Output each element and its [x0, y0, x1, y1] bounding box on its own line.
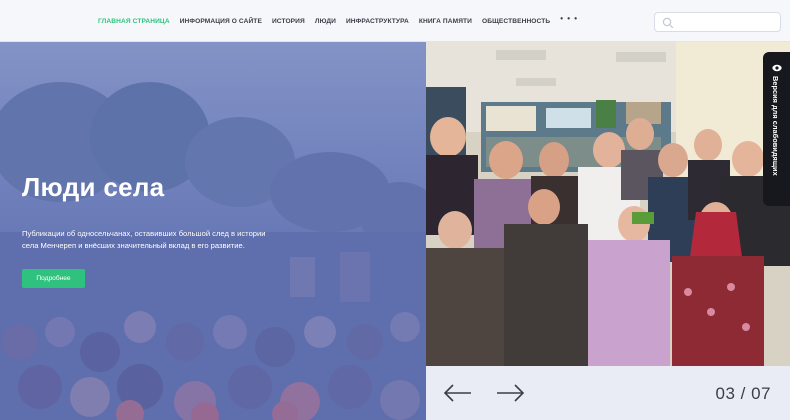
search-box[interactable]: [654, 12, 781, 32]
nav-item-home[interactable]: Главная страница: [98, 18, 170, 25]
slider-controls: 03 / 07: [426, 366, 790, 420]
nav-item-about[interactable]: Информация о сайте: [180, 18, 262, 25]
hero-title: Люди села: [22, 172, 165, 202]
nav-item-memory-book[interactable]: Книга памяти: [419, 18, 472, 25]
people-photo: [426, 42, 790, 366]
accessibility-label: Версия для слабовидящих: [771, 76, 780, 176]
hero-banner: Люди села Публикации об односельчанах, о…: [0, 42, 426, 420]
accessibility-version-button[interactable]: Версия для слабовидящих: [763, 52, 790, 206]
search-icon: [662, 17, 674, 29]
site-header: Главная страница Информация о сайте Исто…: [0, 0, 790, 42]
nav-item-public[interactable]: Общественность: [482, 18, 550, 25]
more-button[interactable]: Подробнее: [22, 269, 85, 288]
eye-icon: [772, 64, 782, 72]
nav-item-people[interactable]: Люди: [315, 18, 336, 25]
slide-photo: [426, 42, 790, 366]
arrow-right-icon[interactable]: [495, 383, 525, 403]
arrow-left-icon[interactable]: [443, 383, 473, 403]
nav-more-button[interactable]: • • •: [560, 14, 578, 23]
nav-item-history[interactable]: История: [272, 18, 305, 25]
hero-description: Публикации об односельчанах, оставивших …: [22, 229, 266, 250]
slide-counter: 03 / 07: [715, 384, 771, 403]
nav-item-infrastructure[interactable]: Инфраструктура: [346, 18, 409, 25]
search-input[interactable]: [677, 15, 777, 30]
main-nav: Главная страница Информация о сайте Исто…: [98, 0, 578, 42]
